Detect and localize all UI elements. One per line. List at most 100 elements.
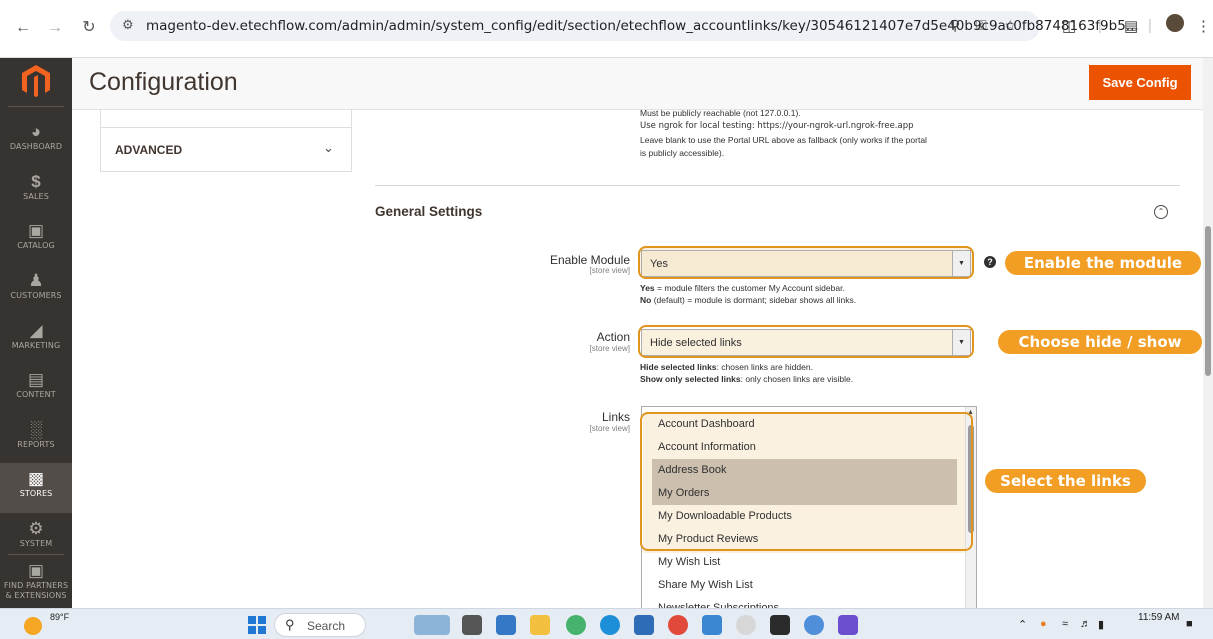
sidebar-item-customers[interactable]: ♟ CUSTOMERS xyxy=(0,265,72,315)
tab-advanced[interactable]: ADVANCED xyxy=(115,143,182,157)
scope-label: [store view] xyxy=(589,266,630,275)
enable-module-label: Enable Module xyxy=(549,253,630,267)
reading-mode-icon[interactable]: ▤ xyxy=(1124,17,1138,35)
taskview-icon[interactable] xyxy=(462,615,482,635)
battery-icon[interactable]: ▮ xyxy=(1098,618,1104,631)
forward-arrow-icon[interactable]: → xyxy=(44,17,66,39)
reload-icon[interactable]: ↻ xyxy=(78,17,100,39)
sidebar-item-dashboard[interactable]: ◕ DASHBOARD xyxy=(0,116,72,166)
sidebar-item-label: STORES xyxy=(19,489,53,498)
magento-logo-icon[interactable] xyxy=(20,64,52,98)
help-bold: Yes xyxy=(640,283,655,293)
action-help-2: Show only selected links: only chosen li… xyxy=(640,374,853,385)
slack-icon[interactable] xyxy=(736,615,756,635)
link-option[interactable]: My Wish List xyxy=(652,551,957,574)
url-text[interactable]: magento-dev.etechflow.com/admin/admin/sy… xyxy=(146,18,1139,34)
widgets-app-icon[interactable] xyxy=(414,615,450,635)
back-arrow-icon[interactable]: ← xyxy=(12,17,34,39)
box-icon: ▣ xyxy=(27,221,45,240)
enable-module-select[interactable]: Yes ▼ xyxy=(641,250,971,277)
site-info-icon[interactable]: ⚙ xyxy=(122,17,134,33)
sidebar-item-reports[interactable]: ░ REPORTS xyxy=(0,414,72,464)
action-select[interactable]: Hide selected links ▼ xyxy=(641,329,971,356)
menu-kebab-icon[interactable]: ⋮ xyxy=(1196,17,1211,35)
help-text: : only chosen links are visible. xyxy=(740,374,854,384)
sidebar-item-marketing[interactable]: ◢ MARKETING xyxy=(0,315,72,365)
chrome-icon[interactable] xyxy=(668,615,688,635)
scroll-up-arrow-icon[interactable]: ▲ xyxy=(967,409,974,416)
sidebar-item-label: REPORTS xyxy=(17,440,55,449)
page-header: Configuration Save Config xyxy=(72,58,1213,110)
action-label: Action xyxy=(596,330,630,344)
links-multiselect[interactable]: Account Dashboard Account Information Ad… xyxy=(641,406,977,610)
cube-icon: ▣ xyxy=(27,561,45,580)
link-option[interactable]: My Product Reviews xyxy=(652,528,957,551)
megaphone-icon: ◢ xyxy=(29,321,43,340)
help-text-line: is publicly accessible). xyxy=(640,148,725,158)
callout-enable-module: Enable the module xyxy=(1005,251,1201,275)
app-icon[interactable] xyxy=(496,615,516,635)
help-text: = module filters the customer My Account… xyxy=(654,283,845,293)
sidebar-item-system[interactable]: ⚙ SYSTEM xyxy=(0,513,72,563)
bookmark-star-icon[interactable]: ☆ xyxy=(1004,17,1017,34)
windows-start-icon[interactable] xyxy=(248,616,266,634)
volume-icon[interactable]: ♬ xyxy=(1080,618,1091,630)
notification-icon[interactable]: ■ xyxy=(1186,618,1193,630)
weather-sun-icon[interactable] xyxy=(24,617,42,635)
file-explorer-icon[interactable] xyxy=(530,615,550,635)
sidebar-item-content[interactable]: ▤ CONTENT xyxy=(0,364,72,414)
sidebar-item-catalog[interactable]: ▣ CATALOG xyxy=(0,215,72,265)
app-icon-2[interactable] xyxy=(702,615,722,635)
link-option[interactable]: Share My Wish List xyxy=(652,574,957,597)
sidebar-item-label: CATALOG xyxy=(17,241,55,250)
collapse-chevron-up-icon[interactable]: ⌃ xyxy=(1154,205,1168,219)
link-option-selected[interactable]: Address Book xyxy=(652,459,957,482)
sidebar-item-label: SALES xyxy=(23,192,49,201)
chevron-up-icon[interactable]: ⌃ xyxy=(1018,618,1027,631)
sidebar-item-label: MARKETING xyxy=(11,341,61,350)
clock-time[interactable]: 11:59 AM xyxy=(1138,612,1180,623)
link-option[interactable]: My Downloadable Products xyxy=(652,505,957,528)
help-question-icon[interactable]: ? xyxy=(984,256,996,268)
sidebar-item-stores[interactable]: ▩ STORES xyxy=(0,463,72,513)
dashboard-gauge-icon: ◕ xyxy=(30,122,42,141)
scope-label: [store view] xyxy=(589,344,630,353)
dollar-icon: $ xyxy=(31,172,41,191)
browser-toolbar: ← → ↻ ⚙ magento-dev.etechflow.com/admin/… xyxy=(0,0,1213,58)
store-icon[interactable] xyxy=(634,615,654,635)
chat-app-icon[interactable] xyxy=(566,615,586,635)
chrome-profile-icon[interactable] xyxy=(804,615,824,635)
extensions-icon[interactable]: ◫ xyxy=(1062,17,1076,35)
terminal-icon[interactable] xyxy=(770,615,790,635)
section-title[interactable]: General Settings xyxy=(375,204,482,219)
profile-avatar[interactable] xyxy=(1166,14,1184,32)
toolbar-divider: | xyxy=(1098,17,1102,34)
page-scrollbar-thumb[interactable] xyxy=(1205,226,1211,376)
tray-app-icon[interactable]: ● xyxy=(1040,618,1047,630)
app-icon-3[interactable] xyxy=(838,615,858,635)
dropdown-arrow-icon: ▼ xyxy=(952,251,970,276)
links-label: Links xyxy=(601,410,630,424)
sidebar-item-sales[interactable]: $ SALES xyxy=(0,166,72,216)
page-scrollbar[interactable] xyxy=(1203,58,1213,608)
sidebar-item-label: SYSTEM xyxy=(19,539,53,548)
sidebar-separator xyxy=(8,106,64,107)
enable-module-value: Yes xyxy=(650,258,668,270)
edge-icon[interactable] xyxy=(600,615,620,635)
address-bar[interactable]: ⚙ magento-dev.etechflow.com/admin/admin/… xyxy=(110,11,1139,41)
link-option[interactable]: Account Dashboard xyxy=(652,413,957,436)
sidebar-item-label: CONTENT xyxy=(16,390,56,399)
scrollbar-thumb[interactable] xyxy=(968,425,974,533)
password-key-icon[interactable]: ⚿ xyxy=(976,17,987,34)
action-help-1: Hide selected links: chosen links are hi… xyxy=(640,362,813,373)
person-icon: ♟ xyxy=(28,271,44,290)
link-option[interactable]: Account Information xyxy=(652,436,957,459)
zoom-icon[interactable]: ⚲ xyxy=(950,17,960,34)
wifi-icon[interactable]: ≈ xyxy=(1062,618,1068,630)
link-option-selected[interactable]: My Orders xyxy=(652,482,957,505)
multiselect-scrollbar[interactable]: ▲ xyxy=(965,407,976,609)
save-config-button[interactable]: Save Config xyxy=(1089,65,1191,100)
sidebar-item-find-partners[interactable]: ▣ FIND PARTNERS & EXTENSIONS xyxy=(0,558,72,604)
chevron-down-icon[interactable]: ⌄ xyxy=(323,140,334,156)
taskbar-search[interactable]: ⚲ Search xyxy=(274,613,366,637)
